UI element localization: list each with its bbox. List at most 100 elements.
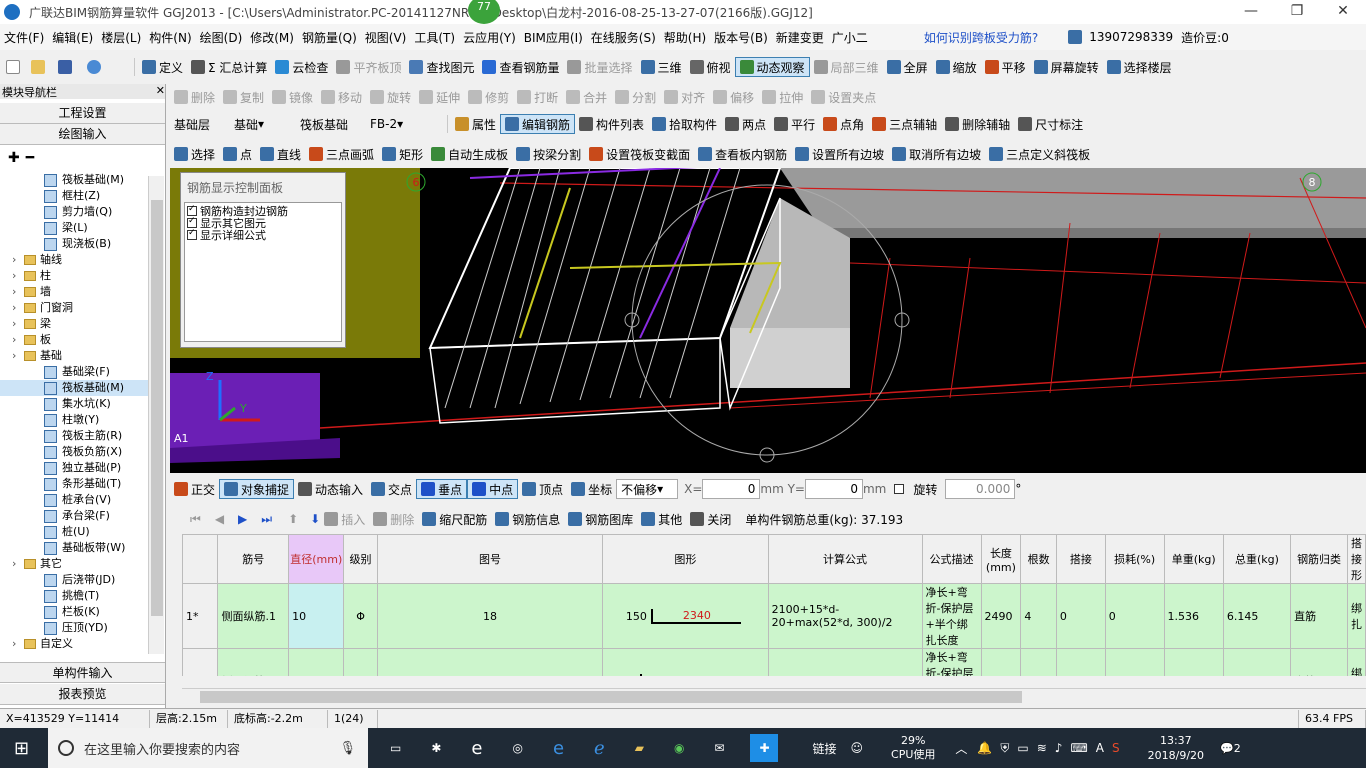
toolbar-button[interactable]: 对齐: [660, 87, 709, 107]
table-hscrollbar[interactable]: [182, 688, 1366, 704]
toolbar-button[interactable]: 局部三维: [810, 57, 883, 77]
toolbar-button[interactable]: 插入: [320, 509, 369, 529]
toolbar-button[interactable]: 选择: [170, 144, 219, 164]
table-cell[interactable]: 2490: [980, 583, 1022, 649]
menu-item[interactable]: 构件(N): [145, 29, 195, 46]
type-select[interactable]: 筏板基础: [296, 114, 366, 134]
option-checkbox[interactable]: [187, 204, 197, 216]
menu-item[interactable]: 文件(F): [0, 29, 48, 46]
tree-expander-icon[interactable]: ›: [12, 268, 24, 284]
drawing-input-button[interactable]: 绘图输入: [0, 124, 165, 145]
save-icon[interactable]: [58, 60, 72, 74]
tree-item[interactable]: 压顶(YD): [0, 620, 148, 636]
toolbar-button[interactable]: 点: [219, 144, 256, 164]
tree-expander-icon[interactable]: ›: [12, 316, 24, 332]
toolbar-button[interactable]: 设置夹点: [807, 87, 880, 107]
folder-tray-icon[interactable]: ▭: [1017, 741, 1028, 755]
toolbar-button[interactable]: 删除: [369, 509, 418, 529]
toolbar-button[interactable]: 编辑钢筋: [500, 114, 576, 134]
tree-item[interactable]: 基础梁(F): [0, 364, 148, 380]
keyboard-icon[interactable]: ⌨: [1070, 741, 1087, 755]
people-icon[interactable]: ☺: [851, 741, 864, 755]
toolbar-button[interactable]: 直线: [256, 144, 305, 164]
table-cell[interactable]: 0: [1055, 583, 1106, 649]
column-header[interactable]: 图形: [602, 534, 769, 584]
y-input[interactable]: 0: [804, 479, 863, 499]
toolbar-button[interactable]: 删除辅轴: [941, 114, 1014, 134]
toolbar-button[interactable]: 偏移: [709, 87, 758, 107]
table-cell[interactable]: 18: [376, 583, 604, 649]
new-file-icon[interactable]: [6, 60, 20, 74]
cpu-meter[interactable]: 29% CPU使用: [891, 734, 935, 762]
offset-mode-select[interactable]: 不偏移 ▾: [616, 479, 679, 499]
menu-item[interactable]: 编辑(E): [48, 29, 97, 46]
toolbar-button[interactable]: 关闭: [686, 509, 735, 529]
toolbar-button[interactable]: 查看钢筋量: [478, 57, 563, 77]
toolbar-button[interactable]: 缩尺配筋: [418, 509, 491, 529]
toolbar-button[interactable]: 垂点: [416, 479, 468, 499]
tree-item[interactable]: › 梁: [0, 316, 148, 332]
menu-item[interactable]: 工具(T): [410, 29, 459, 46]
mic-icon[interactable]: 🎙: [339, 741, 356, 756]
toolbar-button[interactable]: 分割: [611, 87, 660, 107]
toolbar-button[interactable]: 全屏: [883, 57, 932, 77]
toolbar-button[interactable]: 点角: [819, 114, 868, 134]
table-cell[interactable]: 1.536: [1163, 583, 1224, 649]
ie-icon[interactable]: ℯ: [594, 738, 605, 759]
toolbar-button[interactable]: 查找图元: [405, 57, 478, 77]
element-select[interactable]: FB-2 ▾: [366, 114, 444, 134]
column-header[interactable]: 长度(mm): [980, 534, 1022, 584]
toolbar-button[interactable]: 交点: [367, 479, 416, 499]
360-icon[interactable]: ◉: [674, 741, 684, 755]
tree-item[interactable]: 条形基础(T): [0, 476, 148, 492]
table-cell[interactable]: 6.145: [1222, 583, 1292, 649]
table-cell[interactable]: 5.874: [1222, 648, 1292, 676]
table-cell[interactable]: Φ: [343, 648, 378, 676]
table-cell[interactable]: 绑扎: [1347, 583, 1366, 649]
menu-item[interactable]: 绘图(D): [196, 29, 247, 46]
table-cell[interactable]: 4: [1020, 583, 1057, 649]
toolbar-button[interactable]: 两点: [721, 114, 770, 134]
toolbar-button[interactable]: Σ 汇总计算: [187, 57, 271, 77]
option-checkbox[interactable]: [187, 228, 197, 240]
taskbar-link[interactable]: 链接: [812, 740, 836, 757]
move-down-icon[interactable]: ⬇: [310, 512, 320, 526]
table-cell[interactable]: 2: [1020, 648, 1057, 676]
restore-icon[interactable]: ❐: [1274, 0, 1320, 24]
nav-close-icon[interactable]: ✕: [156, 84, 165, 99]
table-cell[interactable]: 0: [1055, 648, 1106, 676]
tree-item[interactable]: › 墙: [0, 284, 148, 300]
table-cell[interactable]: 净长+弯折-保护层+半个绑扎长度: [921, 583, 982, 649]
toolbar-button[interactable]: 按梁分割: [512, 144, 585, 164]
tree-expander-icon[interactable]: ›: [12, 332, 24, 348]
toolbar-button[interactable]: 设置所有边坡: [791, 144, 888, 164]
collapse-all-icon[interactable]: ━: [26, 150, 34, 166]
security-icon[interactable]: ⛨: [1000, 741, 1009, 756]
tree-item[interactable]: 筏板主筋(R): [0, 428, 148, 444]
menu-item[interactable]: 在线服务(S): [587, 29, 660, 46]
open-folder-icon[interactable]: [31, 60, 45, 74]
table-row[interactable]: 2侧面纵筋.210Φ6415044601504500+15*d-20+15*d-…: [182, 648, 1366, 676]
volume-icon[interactable]: ♪: [1055, 741, 1063, 755]
toolbar-button[interactable]: 动态观察: [734, 57, 810, 77]
tree-item[interactable]: › 门窗洞: [0, 300, 148, 316]
close-icon[interactable]: ✕: [1320, 0, 1366, 24]
tree-item[interactable]: 梁(L): [0, 220, 148, 236]
action-center-icon[interactable]: 💬2: [1220, 742, 1241, 755]
column-header[interactable]: 总重(kg): [1222, 534, 1292, 584]
sogou-icon[interactable]: S: [1112, 741, 1120, 755]
toolbar-button[interactable]: 平齐板顶: [332, 57, 405, 77]
column-header[interactable]: 计算公式: [767, 534, 923, 584]
toolbar-button[interactable]: 对象捕捉: [219, 479, 295, 499]
table-cell[interactable]: 直筋: [1290, 583, 1348, 649]
menu-item[interactable]: 修改(M): [246, 29, 298, 46]
start-icon[interactable]: ⊞: [14, 738, 29, 759]
tree-item[interactable]: 基础板带(W): [0, 540, 148, 556]
column-header[interactable]: 单重(kg): [1163, 534, 1224, 584]
first-record-icon[interactable]: ⏮: [190, 512, 201, 527]
tree-item[interactable]: 桩(U): [0, 524, 148, 540]
table-cell[interactable]: 64: [376, 648, 604, 676]
option-checkbox[interactable]: [187, 216, 197, 228]
toolbar-button[interactable]: 三点画弧: [305, 144, 378, 164]
tree-item[interactable]: 集水坑(K): [0, 396, 148, 412]
